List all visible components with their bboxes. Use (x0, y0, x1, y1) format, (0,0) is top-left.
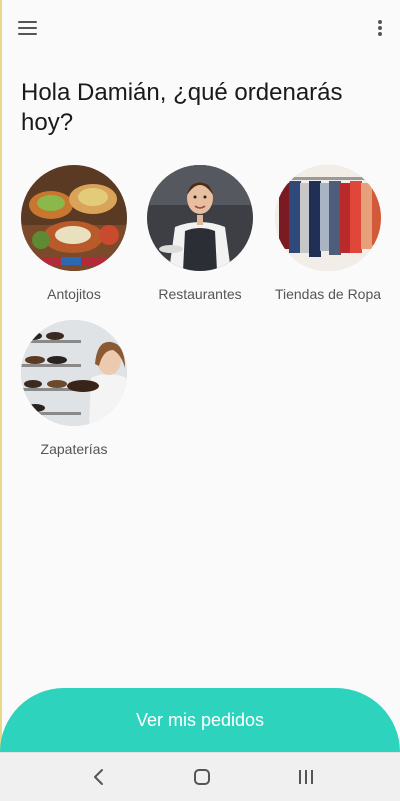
category-antojitos[interactable]: Antojitos (19, 165, 129, 303)
category-zapaterias[interactable]: Zapaterías (19, 320, 129, 458)
screen-edge-line (0, 0, 2, 760)
more-vertical-icon[interactable] (370, 14, 390, 42)
category-tiendas-de-ropa[interactable]: Tiendas de Ropa (273, 165, 383, 303)
system-navigation-bar (0, 752, 400, 801)
back-chevron-icon[interactable] (84, 765, 114, 789)
hamburger-menu-icon[interactable] (12, 14, 44, 42)
app-bar (0, 0, 400, 56)
zapaterias-image (21, 320, 127, 426)
ver-mis-pedidos-button[interactable]: Ver mis pedidos (0, 688, 400, 752)
category-label: Zapaterías (40, 441, 108, 457)
category-label: Restaurantes (158, 286, 242, 302)
category-label: Antojitos (47, 286, 101, 302)
home-icon[interactable] (187, 765, 217, 789)
tiendas-de-ropa-image (275, 165, 381, 271)
greeting-title: Hola Damián, ¿qué ordenarás hoy? (21, 79, 343, 136)
category-restaurantes[interactable]: Restaurantes (145, 165, 255, 303)
recent-apps-icon[interactable] (291, 765, 321, 789)
category-label: Tiendas de Ropa (274, 286, 382, 302)
antojitos-image (21, 165, 127, 271)
restaurantes-image (147, 165, 253, 271)
